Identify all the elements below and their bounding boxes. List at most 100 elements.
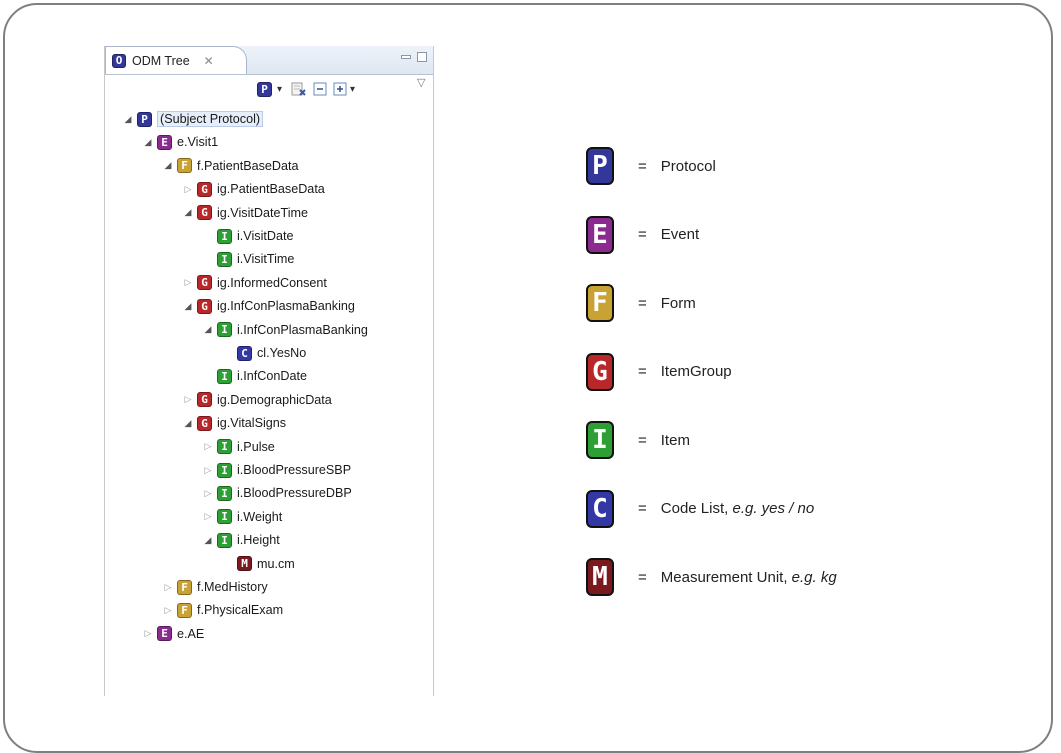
- odm-tree-view: O ODM Tree ✕ P ▾ ▾ ▽ ◢ P (Subject Protoc…: [104, 46, 434, 696]
- tree-node-label: mu.cm: [257, 556, 295, 571]
- legend-equals: =: [638, 500, 647, 517]
- tree-node[interactable]: Ii.VisitTime: [201, 248, 294, 270]
- delete-button[interactable]: [291, 82, 307, 96]
- new-dropdown-icon[interactable]: ▾: [277, 82, 282, 96]
- tree-node[interactable]: Mmu.cm: [221, 553, 295, 575]
- tree-node[interactable]: ◢ Ee.Visit1: [141, 131, 218, 153]
- view-tab-bar: O ODM Tree ✕: [105, 46, 433, 75]
- legend-label: ItemGroup: [661, 363, 732, 380]
- tree-twisty-icon[interactable]: ◢: [181, 418, 195, 429]
- tree-node[interactable]: Ccl.YesNo: [221, 342, 306, 364]
- tree-twisty-icon[interactable]: ◢: [181, 207, 195, 218]
- expand-dropdown-icon[interactable]: ▾: [350, 82, 355, 96]
- tree-node-label: i.Height: [237, 533, 280, 548]
- tab-odm-tree[interactable]: O ODM Tree ✕: [105, 46, 247, 74]
- tree-node[interactable]: ◢ P (Subject Protocol): [121, 108, 264, 130]
- tree-node[interactable]: ◢ Gig.InfConPlasmaBanking: [181, 295, 355, 317]
- close-icon[interactable]: ✕: [204, 54, 214, 68]
- view-toolbar: P ▾ ▾ ▽: [105, 75, 433, 103]
- tree-node[interactable]: ◢ Ff.PatientBaseData: [161, 155, 299, 177]
- tree-twisty-icon[interactable]: ◢: [201, 535, 215, 546]
- odm-f-icon: F: [177, 158, 192, 174]
- minimize-icon[interactable]: [401, 55, 411, 59]
- tree-node[interactable]: ▷ Gig.PatientBaseData: [181, 178, 325, 200]
- odm-e-icon: E: [157, 626, 172, 642]
- odm-g-icon: G: [197, 392, 212, 408]
- tree-node-label: ig.DemographicData: [217, 392, 332, 407]
- tree-node-label: ig.InformedConsent: [217, 275, 327, 290]
- tree-twisty-icon[interactable]: ▷: [201, 465, 215, 476]
- tree-twisty-icon[interactable]: ▷: [201, 441, 215, 452]
- expand-button[interactable]: [333, 82, 347, 96]
- legend-text: Item: [660, 431, 690, 449]
- view-menu-icon[interactable]: ▽: [417, 75, 425, 89]
- expand-icon: [333, 82, 347, 96]
- tree-node-label: e.AE: [177, 626, 205, 641]
- legend-equals: =: [638, 568, 647, 586]
- odm-f-icon: F: [177, 579, 192, 595]
- tree-node[interactable]: ▷ Ee.AE: [141, 623, 204, 645]
- legend-p-icon: P: [586, 147, 614, 185]
- tree-node[interactable]: ▷ Gig.DemographicData: [181, 389, 332, 411]
- tree-twisty-icon[interactable]: ◢: [201, 324, 215, 335]
- window-buttons: [401, 52, 427, 62]
- tree-node-label: f.MedHistory: [197, 580, 268, 594]
- tree-twisty-icon[interactable]: ▷: [181, 184, 195, 195]
- collapse-all-icon: [313, 82, 327, 96]
- tree-twisty-icon[interactable]: ◢: [161, 160, 175, 171]
- maximize-icon[interactable]: [417, 52, 427, 62]
- tree-node[interactable]: ▷ Ii.BloodPressureSBP: [201, 459, 351, 481]
- tree-node[interactable]: ▷ Ff.MedHistory: [161, 576, 268, 598]
- tree-node[interactable]: Ii.InfConDate: [201, 365, 307, 387]
- tree-twisty-icon[interactable]: ◢: [141, 137, 155, 148]
- tree-twisty-icon[interactable]: ▷: [201, 511, 215, 522]
- tree-node-label: cl.YesNo: [257, 346, 307, 360]
- tree-node[interactable]: Ii.VisitDate: [201, 225, 293, 247]
- tree-node-label: i.Weight: [237, 509, 283, 524]
- new-protocol-button[interactable]: P: [257, 81, 272, 97]
- tree-node[interactable]: ◢ Ii.Height: [201, 529, 280, 551]
- tree-node-label: i.InfConDate: [237, 369, 308, 384]
- tree-twisty-icon[interactable]: ▷: [181, 277, 195, 288]
- legend-example: e.g. kg: [791, 568, 837, 586]
- legend-g-icon: G: [586, 352, 614, 391]
- tree-twisty-icon[interactable]: ▷: [141, 628, 155, 639]
- legend-equals: =: [638, 157, 647, 175]
- tree-node[interactable]: ◢ Gig.VisitDateTime: [181, 202, 308, 224]
- odm-p-icon: P: [137, 111, 152, 127]
- odm-c-icon: C: [237, 345, 252, 361]
- legend-text: Code List,: [660, 500, 733, 517]
- tree-twisty-icon[interactable]: ◢: [181, 301, 195, 312]
- tree-twisty-icon[interactable]: ▷: [201, 488, 215, 499]
- tree-node[interactable]: ▷ Ff.PhysicalExam: [161, 599, 283, 621]
- legend-label: Protocol: [661, 158, 716, 175]
- tree-node[interactable]: ▷ Ii.Weight: [201, 506, 282, 528]
- legend-label: Item: [661, 432, 690, 449]
- tree-node[interactable]: ◢ Gig.VitalSigns: [181, 412, 286, 434]
- legend-label: Measurement Unit, e.g. kg: [661, 569, 837, 586]
- tree-twisty-icon[interactable]: ▷: [161, 582, 175, 593]
- odm-i-icon: I: [217, 322, 232, 338]
- odm-i-icon: I: [217, 485, 232, 501]
- collapse-all-button[interactable]: [313, 82, 327, 96]
- tree-twisty-icon[interactable]: ▷: [181, 394, 195, 405]
- tree-node-label: ig.VitalSigns: [217, 416, 287, 431]
- legend-row: E = Event: [586, 215, 699, 255]
- tree-node[interactable]: ◢ Ii.InfConPlasmaBanking: [201, 319, 368, 341]
- legend-equals: =: [638, 294, 647, 312]
- legend-text: Protocol: [660, 157, 716, 175]
- odm-g-icon: G: [197, 205, 212, 221]
- tree-node-label: i.VisitDate: [237, 229, 294, 243]
- tree-node[interactable]: ▷ Ii.Pulse: [201, 436, 275, 458]
- odm-m-icon: M: [237, 556, 252, 572]
- tree-twisty-icon[interactable]: ▷: [161, 605, 175, 616]
- legend-row: C = Code List, e.g. yes / no: [586, 489, 814, 529]
- odm-i-icon: I: [217, 509, 232, 525]
- legend-text: Form: [660, 294, 696, 312]
- tree-node[interactable]: ▷ Ii.BloodPressureDBP: [201, 482, 352, 504]
- tree-node[interactable]: ▷ Gig.InformedConsent: [181, 272, 327, 294]
- odm-i-icon: I: [217, 368, 232, 384]
- tree-twisty-icon[interactable]: ◢: [121, 114, 135, 125]
- legend-example: e.g. yes / no: [732, 500, 815, 517]
- odm-i-icon: I: [217, 439, 232, 455]
